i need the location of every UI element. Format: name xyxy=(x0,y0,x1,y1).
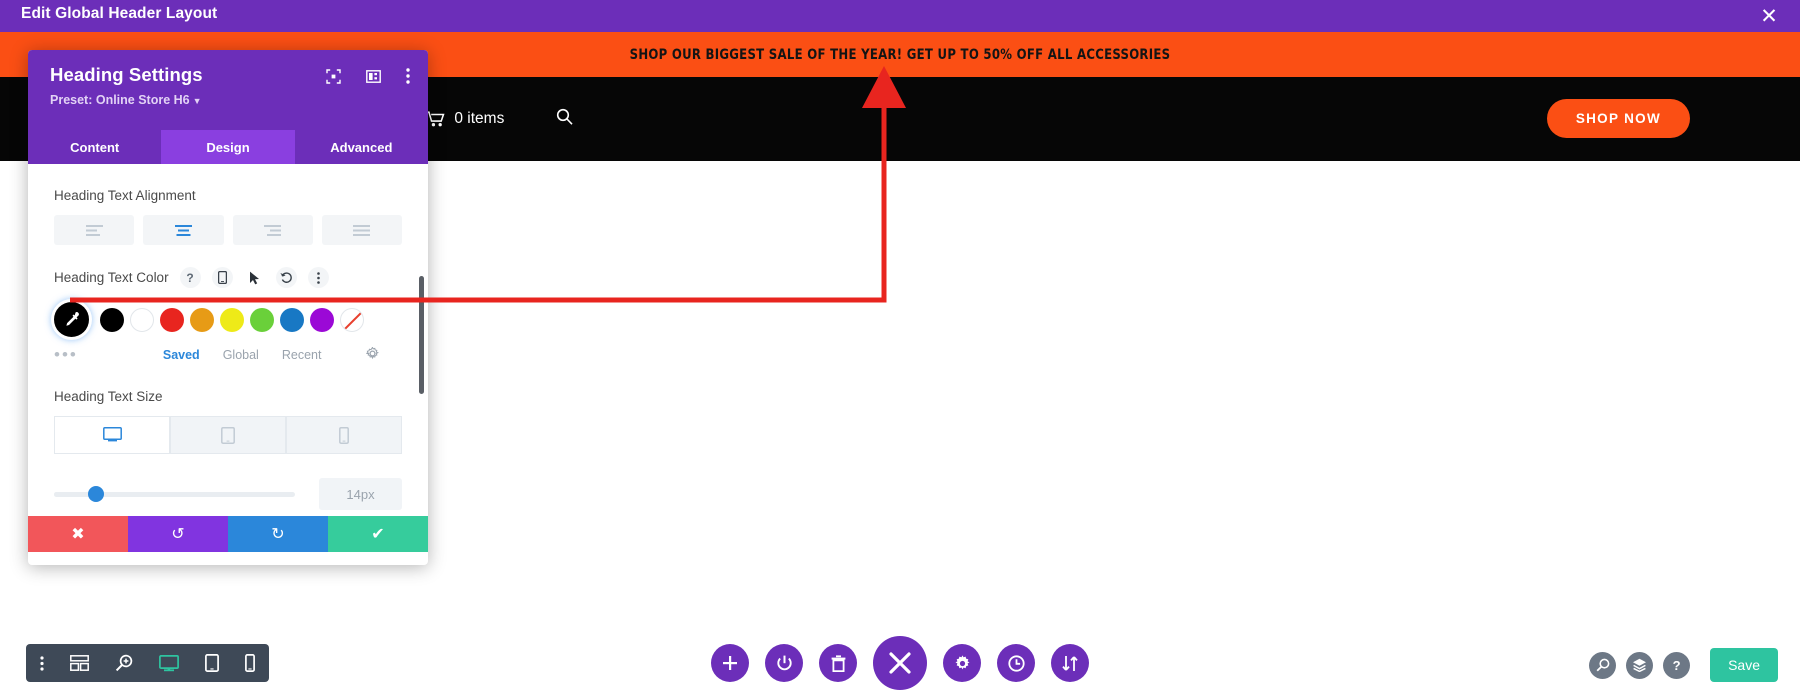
close-icon[interactable] xyxy=(873,636,927,690)
color-tab-global[interactable]: Global xyxy=(223,348,259,362)
color-tab-recent[interactable]: Recent xyxy=(282,348,322,362)
bottom-left-toolbar xyxy=(26,644,269,682)
tab-design[interactable]: Design xyxy=(161,130,295,164)
text-size-slider[interactable] xyxy=(54,486,295,502)
preset-label: Preset: Online Store H6 xyxy=(50,93,190,107)
color-swatches xyxy=(54,302,402,337)
swatch-orange[interactable] xyxy=(190,307,214,332)
sort-icon[interactable] xyxy=(1051,644,1089,682)
layout-columns-icon[interactable] xyxy=(366,69,381,89)
swatch-black[interactable] xyxy=(100,307,124,332)
editor-top-bar: Edit Global Header Layout ✕ xyxy=(0,0,1800,32)
target-icon[interactable] xyxy=(326,68,341,89)
trash-icon[interactable] xyxy=(819,644,857,682)
color-source-row: ••• Saved Global Recent xyxy=(54,346,402,363)
align-justify-button[interactable] xyxy=(321,215,402,245)
redo-button[interactable]: ↻ xyxy=(228,516,328,552)
modal-footer: ✖ ↺ ↻ ✔ xyxy=(28,516,428,552)
page-title: Edit Global Header Layout xyxy=(21,5,218,22)
chevron-down-icon: ▼ xyxy=(192,96,202,106)
swatch-red[interactable] xyxy=(160,307,184,332)
eyedropper-icon[interactable] xyxy=(54,302,89,337)
modal-header-icons xyxy=(326,68,410,89)
modal-tabs: Content Design Advanced xyxy=(28,130,428,164)
text-size-device-tabs xyxy=(54,416,402,454)
swatch-white[interactable] xyxy=(130,307,154,332)
swatch-purple[interactable] xyxy=(310,307,334,332)
search-icon[interactable] xyxy=(1589,651,1617,679)
editor-root: Edit Global Header Layout ✕ SHOP OUR BIG… xyxy=(0,0,1800,700)
align-right-button[interactable] xyxy=(232,215,313,245)
swatch-yellow[interactable] xyxy=(220,307,244,332)
preset-selector[interactable]: Preset: Online Store H6 ▼ xyxy=(50,93,408,107)
heading-settings-modal: Heading Settings Preset: Online Store H6… xyxy=(28,50,428,565)
tab-advanced[interactable]: Advanced xyxy=(295,130,428,164)
desktop-icon[interactable] xyxy=(159,654,179,672)
bottom-right-toolbar: ? Save xyxy=(1589,648,1778,682)
cart-widget[interactable]: 0 items xyxy=(426,110,504,128)
heading-text-color-label: Heading Text Color xyxy=(54,270,169,285)
save-button[interactable]: Save xyxy=(1710,648,1778,682)
cart-icon xyxy=(426,111,445,127)
color-source-tabs: Saved Global Recent xyxy=(163,346,380,363)
add-icon[interactable] xyxy=(711,644,749,682)
close-icon[interactable]: ✕ xyxy=(1756,3,1782,29)
power-icon[interactable] xyxy=(765,644,803,682)
phone-icon[interactable] xyxy=(245,654,255,672)
modal-header: Heading Settings Preset: Online Store H6… xyxy=(28,50,428,130)
undo-button[interactable]: ↺ xyxy=(128,516,228,552)
tablet-icon[interactable] xyxy=(205,654,219,672)
save-settings-button[interactable]: ✔ xyxy=(328,516,428,552)
dots-vertical-icon[interactable] xyxy=(307,267,329,288)
modal-body: Heading Text Alignment Heading Text Colo… xyxy=(28,164,428,516)
zoom-in-icon[interactable] xyxy=(115,654,133,672)
search-icon[interactable] xyxy=(556,108,573,130)
wireframe-icon[interactable] xyxy=(70,655,89,671)
align-center-button[interactable] xyxy=(143,215,224,245)
gear-icon[interactable] xyxy=(943,644,981,682)
gear-icon[interactable] xyxy=(366,346,380,363)
cursor-icon[interactable] xyxy=(244,267,265,288)
heading-text-alignment-label: Heading Text Alignment xyxy=(54,188,196,203)
reset-icon[interactable] xyxy=(275,267,297,288)
desktop-icon[interactable] xyxy=(54,416,170,454)
swatch-green[interactable] xyxy=(250,307,274,332)
heading-text-color-row: Heading Text Color ? xyxy=(54,267,402,288)
phone-icon[interactable] xyxy=(286,416,402,454)
align-left-button[interactable] xyxy=(54,215,135,245)
color-tab-saved[interactable]: Saved xyxy=(163,348,200,362)
help-icon[interactable]: ? xyxy=(1663,651,1691,679)
dots-vertical-icon[interactable] xyxy=(40,655,44,671)
swatch-blue[interactable] xyxy=(280,307,304,332)
modal-scrollbar[interactable] xyxy=(419,276,424,394)
cart-items-label: 0 items xyxy=(454,110,505,127)
help-icon[interactable]: ? xyxy=(179,267,201,288)
tablet-icon[interactable] xyxy=(170,416,286,454)
layers-icon[interactable] xyxy=(1626,651,1654,679)
dots-vertical-icon[interactable] xyxy=(406,68,410,89)
history-icon[interactable] xyxy=(997,644,1035,682)
center-toolbar xyxy=(711,636,1089,690)
shop-now-button[interactable]: SHOP NOW xyxy=(1546,99,1690,138)
text-size-input[interactable] xyxy=(319,478,402,510)
more-colors-icon[interactable]: ••• xyxy=(54,346,78,363)
discard-button[interactable]: ✖ xyxy=(28,516,128,552)
alignment-options xyxy=(54,215,402,245)
text-size-control xyxy=(54,478,402,510)
slider-fill xyxy=(54,491,93,497)
swatch-transparent[interactable] xyxy=(340,307,364,332)
tab-content[interactable]: Content xyxy=(28,130,161,164)
mobile-icon[interactable] xyxy=(211,267,233,288)
slider-knob[interactable] xyxy=(87,486,104,502)
heading-text-size-label: Heading Text Size xyxy=(54,389,163,404)
